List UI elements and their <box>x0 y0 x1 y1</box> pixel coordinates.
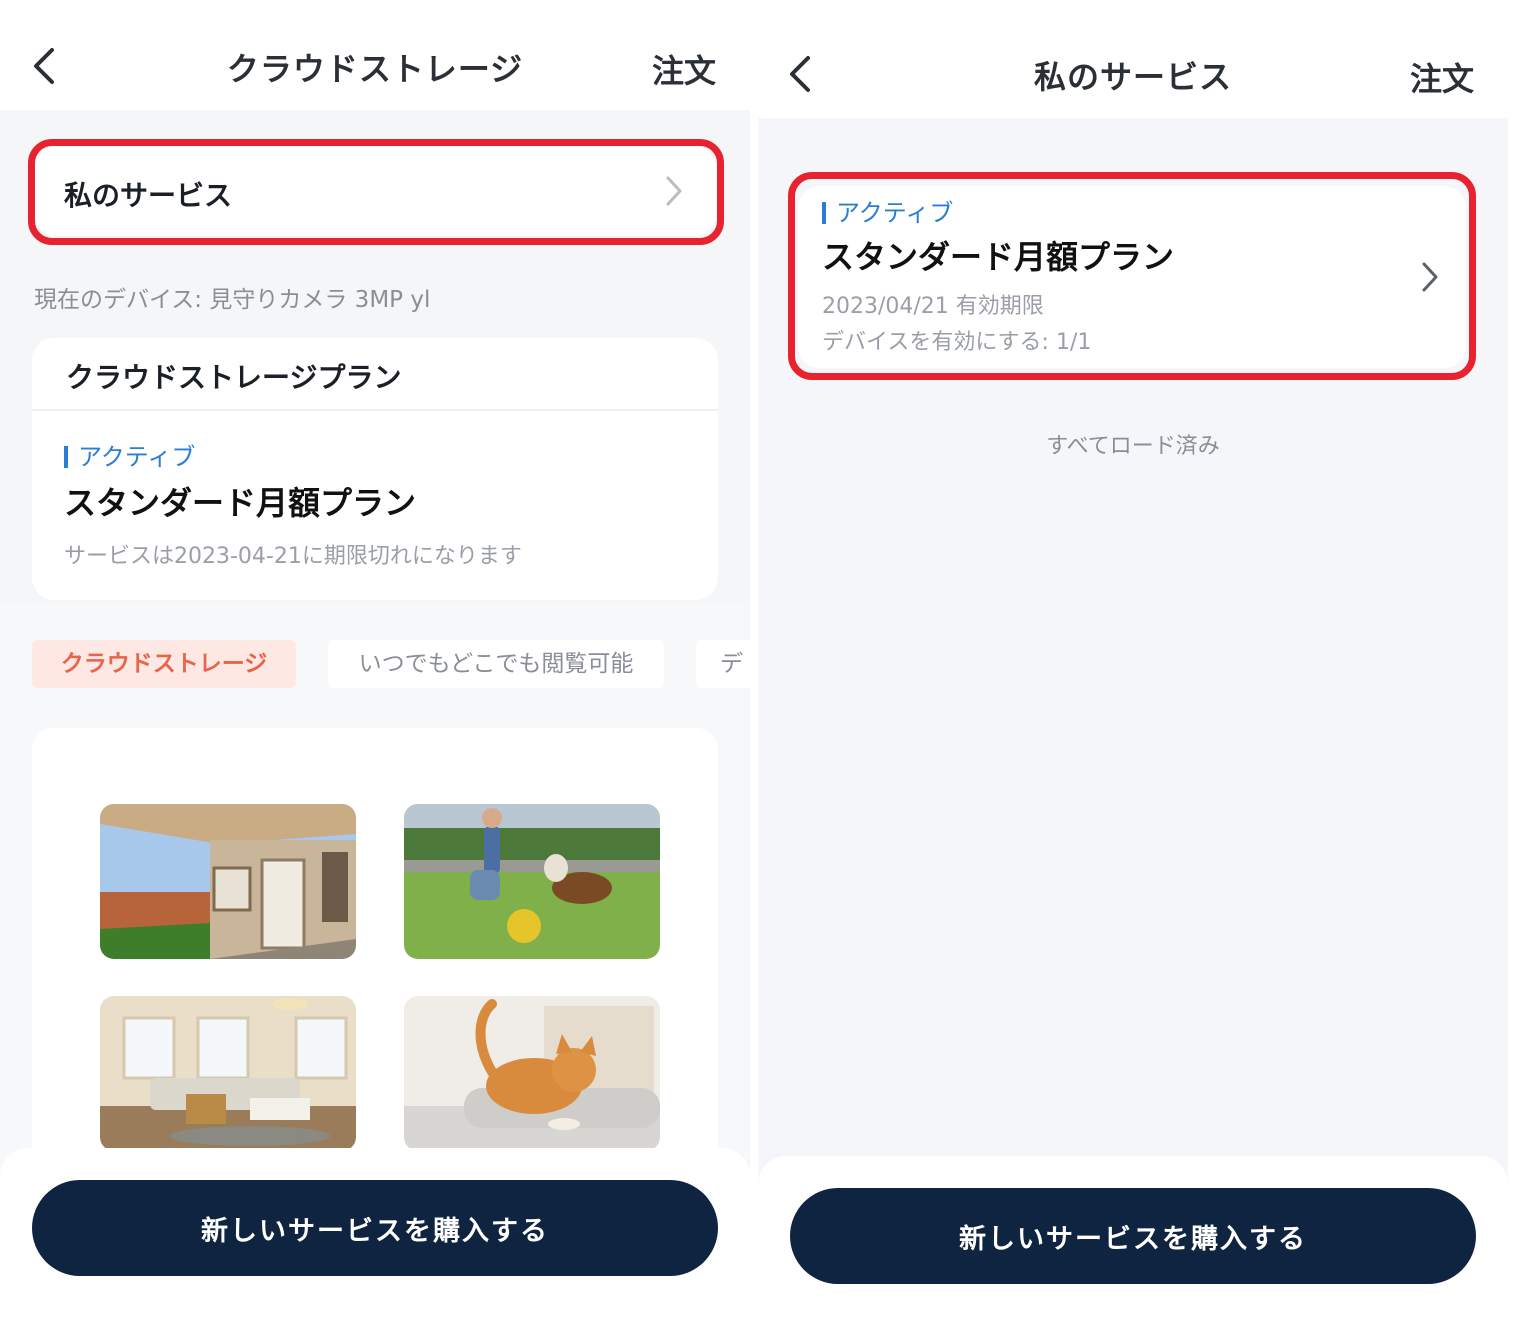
photo-living-room <box>100 996 356 1151</box>
bottom-bar: 新しいサービスを購入する <box>758 1156 1508 1334</box>
header: クラウドストレージ 注文 <box>0 0 750 110</box>
bottom-bar: 新しいサービスを購入する <box>0 1148 750 1334</box>
my-services-screen: 私のサービス 注文 アクティブ スタンダード月額プラン 2023/04/21 有… <box>758 0 1508 1334</box>
buy-new-service-button[interactable]: 新しいサービスを購入する <box>32 1180 718 1276</box>
plan-card[interactable]: クラウドストレージプラン アクティブ スタンダード月額プラン サービスは2023… <box>32 338 718 600</box>
highlight-box <box>28 139 724 245</box>
header: 私のサービス 注文 <box>758 0 1508 118</box>
highlight-box <box>788 172 1476 380</box>
buy-new-service-button[interactable]: 新しいサービスを購入する <box>790 1188 1476 1284</box>
order-link[interactable]: 注文 <box>1410 54 1474 100</box>
photo-house-porch <box>100 804 356 959</box>
status-badge: アクティブ <box>64 445 195 469</box>
plan-card-heading: クラウドストレージプラン <box>66 361 402 394</box>
tab-partial[interactable]: デ <box>696 640 750 688</box>
plan-name: スタンダード月額プラン <box>64 484 417 522</box>
expiry-note: サービスは2023-04-21に期限切れになります <box>64 544 522 569</box>
photo-boy-and-dog <box>404 804 660 959</box>
current-device-text: 現在のデバイス: 見守りカメラ 3MP yl <box>34 287 431 313</box>
cloud-storage-screen: クラウドストレージ 注文 私のサービス 現在のデバイス: 見守りカメラ 3MP … <box>0 0 750 1334</box>
page-title: クラウドストレージ <box>226 50 524 88</box>
tab-cloud-storage[interactable]: クラウドストレージ <box>32 640 296 688</box>
tab-view-anywhere[interactable]: いつでもどこでも閲覧可能 <box>328 640 664 688</box>
order-link[interactable]: 注文 <box>652 46 716 92</box>
divider <box>32 409 718 411</box>
photo-cat <box>404 996 660 1151</box>
all-loaded-text: すべてロード済み <box>1046 434 1220 459</box>
page-title: 私のサービス <box>1033 58 1232 96</box>
